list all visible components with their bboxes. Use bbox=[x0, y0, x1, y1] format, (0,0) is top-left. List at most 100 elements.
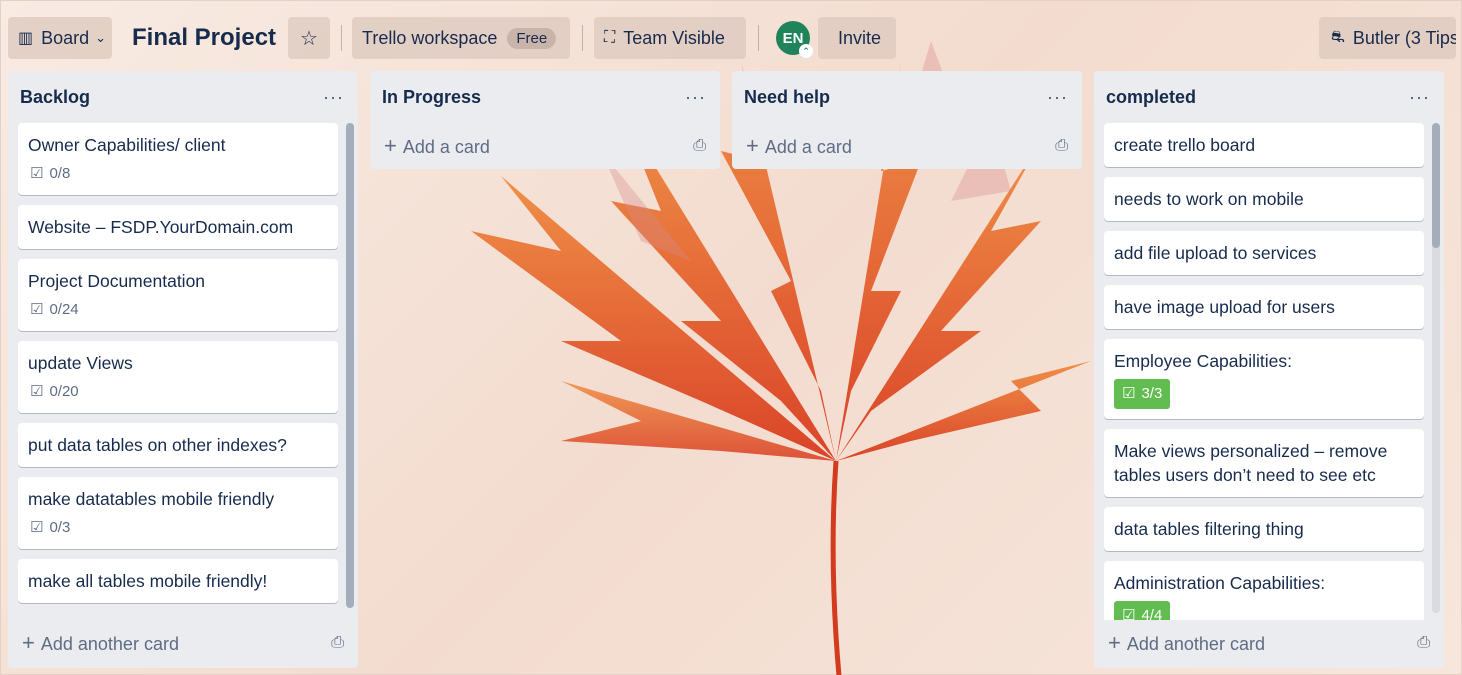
admin-chevron-icon: ⌃ bbox=[799, 44, 813, 58]
star-board-button[interactable]: ☆ bbox=[288, 17, 330, 59]
checklist-count: 3/3 bbox=[1141, 385, 1163, 402]
checklist-count: 0/3 bbox=[49, 519, 71, 536]
add-card-label: Add another card bbox=[1126, 634, 1265, 654]
list-header: completed ··· bbox=[1104, 71, 1434, 123]
header-divider bbox=[582, 25, 583, 51]
card-title: have image upload for users bbox=[1114, 297, 1335, 317]
card-title: create trello board bbox=[1114, 135, 1256, 155]
card-title: Project Documentation bbox=[28, 271, 206, 291]
checklist-badge: ☑ 0/3 bbox=[28, 517, 72, 539]
card[interactable]: needs to work on mobile bbox=[1104, 177, 1424, 221]
card-title: put data tables on other indexes? bbox=[28, 435, 287, 455]
checklist-badge: ☑ 0/20 bbox=[28, 381, 81, 403]
add-card-label: Add another card bbox=[40, 634, 179, 654]
butler-label: Butler (3 Tips) bbox=[1352, 27, 1456, 48]
checklist-badge: ☑ 0/8 bbox=[28, 163, 72, 185]
list-need-help: Need help ··· + Add a card ⎙ bbox=[732, 71, 1082, 169]
free-badge: Free bbox=[507, 27, 557, 49]
member-avatar[interactable]: EN ⌃ bbox=[776, 21, 813, 58]
list-scrollbar[interactable] bbox=[1432, 123, 1440, 613]
star-icon: ☆ bbox=[300, 27, 318, 50]
plus-icon: + bbox=[22, 630, 35, 655]
scrollbar-thumb[interactable] bbox=[346, 123, 354, 608]
scrollbar-thumb[interactable] bbox=[1432, 123, 1440, 248]
card[interactable]: make datatables mobile friendly ☑ 0/3 bbox=[18, 477, 338, 549]
workspace-label: Trello workspace bbox=[362, 27, 498, 48]
list-menu-icon[interactable]: ··· bbox=[1047, 87, 1068, 108]
checklist-icon: ☑ bbox=[1122, 607, 1136, 620]
list-title[interactable]: Backlog bbox=[20, 87, 90, 108]
card-title: make datatables mobile friendly bbox=[28, 489, 275, 509]
card-title: needs to work on mobile bbox=[1114, 189, 1304, 209]
list-header: Backlog ··· bbox=[18, 71, 348, 123]
board-icon: ▥ bbox=[18, 30, 34, 47]
card[interactable]: Make views personalized – remove tables … bbox=[1104, 429, 1424, 497]
invite-label: Invite bbox=[838, 27, 882, 48]
add-card-button[interactable]: + Add another card ⎙ bbox=[1104, 620, 1434, 666]
plus-icon: + bbox=[384, 133, 397, 158]
card[interactable]: make all tables mobile friendly! bbox=[18, 559, 338, 603]
card-template-icon[interactable]: ⎙ bbox=[1417, 634, 1430, 652]
card[interactable]: data tables filtering thing bbox=[1104, 507, 1424, 551]
board-header: ▥ Board ⌄ Final Project ☆ Trello workspa… bbox=[6, 17, 1456, 59]
checklist-count: 4/4 bbox=[1141, 607, 1163, 620]
card[interactable]: add file upload to services bbox=[1104, 231, 1424, 275]
card[interactable]: have image upload for users bbox=[1104, 285, 1424, 329]
list-title[interactable]: completed bbox=[1106, 87, 1196, 108]
list-header: In Progress ··· bbox=[380, 71, 710, 123]
list-scrollbar[interactable] bbox=[346, 123, 354, 608]
checklist-badge-complete: ☑ 4/4 bbox=[1114, 601, 1171, 620]
butler-icon: ⛐ bbox=[1331, 29, 1345, 46]
list-menu-icon[interactable]: ··· bbox=[1409, 87, 1430, 108]
butler-button[interactable]: ⛐ Butler (3 Tips) bbox=[1319, 17, 1456, 59]
board-view-label: Board bbox=[41, 27, 90, 48]
checklist-icon: ☑ bbox=[30, 383, 44, 400]
card[interactable]: put data tables on other indexes? bbox=[18, 423, 338, 467]
card-template-icon[interactable]: ⎙ bbox=[331, 634, 344, 652]
invite-button[interactable]: Invite bbox=[818, 17, 896, 59]
checklist-count: 0/24 bbox=[49, 301, 79, 318]
add-card-label: Add a card bbox=[402, 137, 490, 157]
checklist-badge: ☑ 0/24 bbox=[28, 299, 81, 321]
card[interactable]: Administration Capabilities: ☑ 4/4 bbox=[1104, 561, 1424, 620]
chevron-down-icon: ⌄ bbox=[95, 30, 107, 45]
card-title: Make views personalized – remove tables … bbox=[1114, 441, 1388, 485]
board-title[interactable]: Final Project bbox=[132, 17, 276, 59]
card-template-icon[interactable]: ⎙ bbox=[1055, 137, 1068, 155]
checklist-count: 0/8 bbox=[49, 165, 71, 182]
checklist-icon: ☑ bbox=[1122, 385, 1136, 402]
card[interactable]: create trello board bbox=[1104, 123, 1424, 167]
card[interactable]: Owner Capabilities/ client ☑ 0/8 bbox=[18, 123, 338, 195]
visibility-button[interactable]: ⛶ Team Visible bbox=[594, 17, 746, 59]
card-list: create trello board needs to work on mob… bbox=[1104, 123, 1434, 620]
team-icon: ⛶ bbox=[604, 29, 616, 46]
list-title[interactable]: In Progress bbox=[382, 87, 481, 108]
list-completed: completed ··· create trello board needs … bbox=[1094, 71, 1444, 668]
list-menu-icon[interactable]: ··· bbox=[685, 87, 706, 108]
card[interactable]: Project Documentation ☑ 0/24 bbox=[18, 259, 338, 331]
card-title: add file upload to services bbox=[1114, 243, 1317, 263]
add-card-button[interactable]: + Add another card ⎙ bbox=[18, 620, 348, 666]
add-card-button[interactable]: + Add a card ⎙ bbox=[742, 123, 1072, 169]
card-title: make all tables mobile friendly! bbox=[28, 571, 268, 591]
add-card-label: Add a card bbox=[764, 137, 852, 157]
checklist-icon: ☑ bbox=[30, 519, 44, 536]
card[interactable]: update Views ☑ 0/20 bbox=[18, 341, 338, 413]
list-menu-icon[interactable]: ··· bbox=[323, 87, 344, 108]
plus-icon: + bbox=[746, 133, 759, 158]
visibility-label: Team Visible bbox=[623, 27, 725, 48]
board-view-switcher[interactable]: ▥ Board ⌄ bbox=[8, 17, 112, 59]
card[interactable]: Employee Capabilities: ☑ 3/3 bbox=[1104, 339, 1424, 419]
workspace-button[interactable]: Trello workspace Free bbox=[352, 17, 570, 59]
list-backlog: Backlog ··· Owner Capabilities/ client ☑… bbox=[8, 71, 358, 668]
card-template-icon[interactable]: ⎙ bbox=[693, 137, 706, 155]
checklist-badge-complete: ☑ 3/3 bbox=[1114, 379, 1171, 409]
card[interactable]: Website – FSDP.YourDomain.com bbox=[18, 205, 338, 249]
avatar-initials: EN bbox=[782, 29, 804, 47]
checklist-count: 0/20 bbox=[49, 383, 79, 400]
list-title[interactable]: Need help bbox=[744, 87, 830, 108]
card-list: Owner Capabilities/ client ☑ 0/8 Website … bbox=[18, 123, 348, 620]
card-title: Owner Capabilities/ client bbox=[28, 135, 226, 155]
card-title: Employee Capabilities: bbox=[1114, 351, 1293, 371]
add-card-button[interactable]: + Add a card ⎙ bbox=[380, 123, 710, 169]
